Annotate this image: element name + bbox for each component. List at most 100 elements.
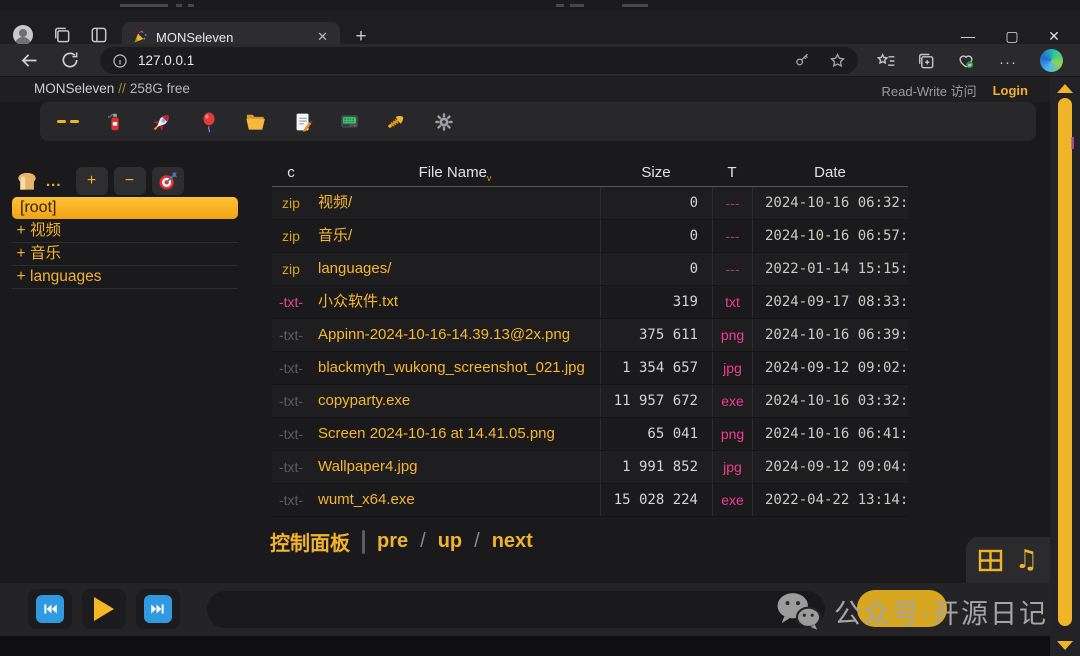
site-info-icon[interactable]: [112, 53, 128, 69]
tree-item-label[interactable]: languages: [30, 266, 102, 288]
login-link[interactable]: Login: [993, 83, 1028, 98]
trumpet-icon[interactable]: [373, 102, 420, 141]
skip-forward-button[interactable]: [136, 589, 180, 629]
row-c-link[interactable]: zip: [272, 253, 310, 285]
row-file-link[interactable]: Wallpaper4.jpg: [310, 451, 600, 483]
tree-collapse-button[interactable]: −: [114, 167, 146, 195]
copilot-icon[interactable]: [1040, 49, 1063, 72]
row-file-link[interactable]: Screen 2024-10-16 at 14.41.05.png: [310, 418, 600, 450]
row-date: 2022-04-22 13:14:20: [752, 484, 908, 516]
tree-controls: ... + −: [14, 165, 240, 197]
settings-menu-icon[interactable]: ···: [999, 54, 1017, 71]
tree-expand-plus[interactable]: +: [12, 243, 30, 265]
tree-items: + 视频 + 音乐 + languages: [12, 220, 238, 289]
row-file-link[interactable]: 音乐/: [310, 220, 600, 252]
tree-item[interactable]: + 音乐: [12, 243, 238, 266]
widget-panel: ♫: [966, 537, 1050, 583]
workspaces-icon[interactable]: [52, 25, 72, 45]
row-c-link[interactable]: zip: [272, 220, 310, 252]
row-c-link[interactable]: -txt-: [272, 286, 310, 318]
audio-player-toggle-icon[interactable]: ♫: [1015, 547, 1038, 573]
table-row: -txt- copyparty.exe 11 957 672 exe 2024-…: [272, 385, 908, 418]
pager-icon[interactable]: [326, 102, 373, 141]
row-size: 0: [600, 220, 712, 252]
profile-avatar[interactable]: [13, 25, 33, 45]
browser-essentials-icon[interactable]: [956, 51, 976, 71]
fire-extinguisher-icon[interactable]: [91, 102, 138, 141]
gear-icon[interactable]: [420, 102, 467, 141]
table-row: -txt- blackmyth_wukong_screenshot_021.jp…: [272, 352, 908, 385]
tree-more-dots[interactable]: ...: [46, 173, 62, 190]
control-panel-link[interactable]: 控制面板: [270, 527, 350, 556]
background-window-strip: [0, 0, 1080, 10]
open-folder-icon[interactable]: [232, 102, 279, 141]
password-key-icon[interactable]: [794, 52, 811, 69]
rocket-icon[interactable]: [138, 102, 185, 141]
action-toolbar: [40, 102, 1036, 141]
tree-expand-plus[interactable]: +: [12, 220, 30, 242]
tree-item[interactable]: + 视频: [12, 220, 238, 243]
row-file-link[interactable]: Appinn-2024-10-16-14.39.13@2x.png: [310, 319, 600, 351]
row-c-link[interactable]: zip: [272, 187, 310, 219]
tree-item[interactable]: + languages: [12, 266, 238, 289]
row-type: ---: [712, 220, 752, 252]
scrollbar-up-icon[interactable]: [1057, 84, 1073, 93]
favorite-star-icon[interactable]: [829, 52, 846, 69]
row-file-link[interactable]: 视频/: [310, 187, 600, 219]
grid-view-toggle-icon[interactable]: [978, 549, 1003, 572]
balloon-icon[interactable]: [185, 102, 232, 141]
url-text[interactable]: 127.0.0.1: [138, 53, 794, 68]
tab-close-icon[interactable]: ✕: [315, 29, 330, 45]
tree-item-label[interactable]: 视频: [30, 220, 61, 242]
refresh-button-icon[interactable]: [60, 50, 80, 70]
play-button[interactable]: [82, 589, 126, 629]
dashes-button[interactable]: [44, 102, 91, 141]
tab-search-icon[interactable]: [89, 25, 109, 45]
dart-target-button[interactable]: [152, 167, 184, 195]
row-c-link[interactable]: -txt-: [272, 352, 310, 384]
scrollbar-down-icon[interactable]: [1057, 641, 1073, 650]
tree-item-label[interactable]: 音乐: [30, 243, 61, 265]
next-dir-link[interactable]: next: [492, 530, 533, 553]
row-type: txt: [712, 286, 752, 318]
row-c-link[interactable]: -txt-: [272, 418, 310, 450]
row-type: jpg: [712, 352, 752, 384]
tree-root-item[interactable]: [root]: [12, 197, 238, 219]
row-c-link[interactable]: -txt-: [272, 385, 310, 417]
row-c-link[interactable]: -txt-: [272, 451, 310, 483]
footer-nav: 控制面板 pre / up / next: [270, 527, 533, 556]
up-dir-link[interactable]: up: [438, 530, 462, 553]
bread-tree-toggle-icon[interactable]: [14, 168, 40, 194]
back-button-icon[interactable]: [19, 50, 40, 71]
address-bar[interactable]: 127.0.0.1: [100, 47, 858, 74]
row-file-link[interactable]: languages/: [310, 253, 600, 285]
row-type: ---: [712, 187, 752, 219]
tree-expand-plus[interactable]: +: [12, 266, 30, 288]
table-row: -txt- Screen 2024-10-16 at 14.41.05.png …: [272, 418, 908, 451]
row-file-link[interactable]: wumt_x64.exe: [310, 484, 600, 516]
site-separator: //: [114, 81, 130, 96]
table-row: -txt- 小众软件.txt 319 txt 2024-09-17 08:33:…: [272, 286, 908, 319]
memo-icon[interactable]: [279, 102, 326, 141]
collections-icon[interactable]: [916, 51, 936, 71]
site-name[interactable]: MONSeleven: [34, 81, 114, 96]
scrollbar-thumb[interactable]: [1058, 98, 1072, 626]
scrollbar-marker: [1071, 137, 1074, 149]
favorites-bar-icon[interactable]: [876, 51, 896, 71]
row-file-link[interactable]: blackmyth_wukong_screenshot_021.jpg: [310, 352, 600, 384]
footer-divider: [362, 530, 365, 554]
seek-bar[interactable]: [207, 591, 825, 628]
row-file-link[interactable]: copyparty.exe: [310, 385, 600, 417]
row-file-link[interactable]: 小众软件.txt: [310, 286, 600, 318]
row-date: 2022-01-14 15:15:56: [752, 253, 908, 285]
skip-forward-icon: [144, 595, 172, 623]
table-row: -txt- Appinn-2024-10-16-14.39.13@2x.png …: [272, 319, 908, 352]
prev-dir-link[interactable]: pre: [377, 530, 408, 553]
row-c-link[interactable]: -txt-: [272, 319, 310, 351]
row-c-link[interactable]: -txt-: [272, 484, 310, 516]
file-table: c File Namev Size T Date zip 视频/ 0 --- 2…: [272, 160, 908, 517]
skip-back-button[interactable]: [28, 589, 72, 629]
row-date: 2024-09-12 09:02:19: [752, 352, 908, 384]
tree-expand-button[interactable]: +: [76, 167, 108, 195]
row-date: 2024-10-16 06:32:54: [752, 187, 908, 219]
